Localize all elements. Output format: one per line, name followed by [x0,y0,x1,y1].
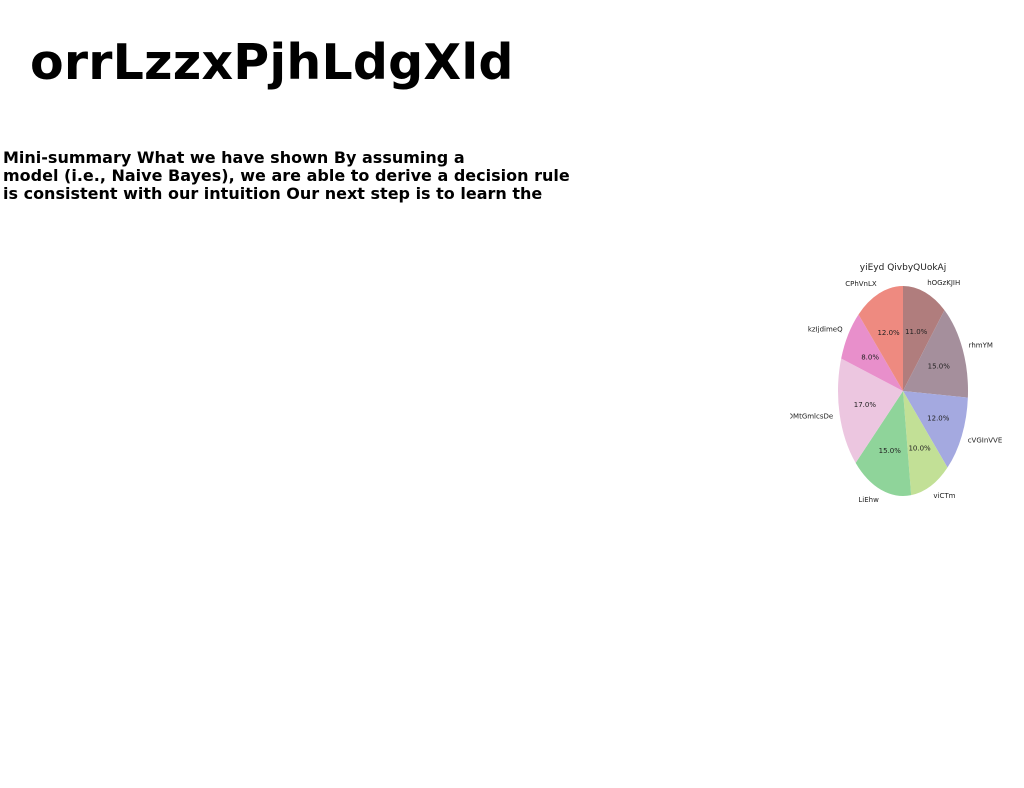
pie-category-label: kzIjdimeQ [808,326,843,334]
pie-percent-label: 15.0% [928,363,951,371]
summary-paragraph: Mini-summary What we have shown By assum… [3,149,570,203]
pie-category-label: CPhVnLX [845,280,877,288]
summary-line: Mini-summary What we have shown By assum… [3,148,465,167]
pie-category-label: cVGInVVE [968,437,1003,445]
summary-line: model (i.e., Naive Bayes), we are able t… [3,166,570,185]
pie-percent-label: 12.0% [877,329,900,337]
pie-percent-label: 17.0% [854,401,877,409]
pie-slices [837,286,968,496]
pie-category-label: rhmYM [969,342,993,350]
pie-percent-label: 10.0% [908,445,931,453]
pie-percent-label: 11.0% [905,328,928,336]
pie-category-label: LiEhw [858,496,879,504]
pie-percent-label: 12.0% [927,414,950,422]
pie-category-label: hOGzKJIH [927,279,960,287]
pie-category-label: DMtGmlcsDe [790,413,833,421]
pie-chart: yiEyd QivbyQUokAj 11.0% hOGzKJIH 15.0% rhmY… [790,263,1003,504]
pie-percent-label: 15.0% [879,447,902,455]
summary-line: is consistent with our intuition Our nex… [3,184,543,203]
pie-category-label: viCTm [933,492,955,500]
chart-title: yiEyd QivbyQUokAj [860,263,946,273]
pie-chart-figure: yiEyd QivbyQUokAj 11.0% hOGzKJIH 15.0% rhmY… [790,256,1010,506]
page-title: orrLzzxPjhLdgXld [30,34,514,91]
pie-percent-label: 8.0% [861,354,879,362]
